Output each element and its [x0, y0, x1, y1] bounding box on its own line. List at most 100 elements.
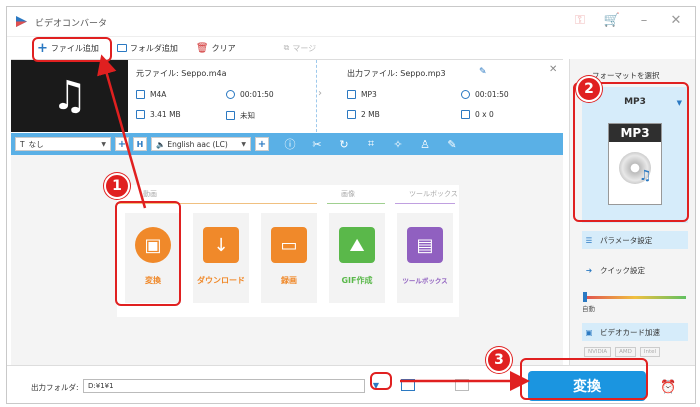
intel-badge: Intel [639, 347, 661, 357]
chevron-down-icon: ▼ [241, 140, 246, 148]
add-subtitle-button[interactable]: + [115, 137, 129, 151]
monitor-icon: ▭ [271, 227, 307, 263]
highlight-convert-button [520, 358, 648, 400]
download-icon: ↓ [203, 227, 239, 263]
merge-icon: ⧉ [283, 43, 290, 52]
info-icon[interactable]: ⓘ [284, 136, 296, 152]
src-resolution-value: 未知 [240, 111, 255, 120]
work-area: 動画 画像 ツールボックス ▣ 変換 ↓ ダウンロード ▭ 録画 ⛰ GIF作成 [11, 155, 563, 367]
clear-button[interactable]: 🗑 クリア [196, 43, 236, 54]
key-icon[interactable]: ⚿ [571, 13, 589, 28]
src-size: 3.41 MB [136, 110, 181, 119]
close-icon[interactable]: ✕ [667, 13, 685, 28]
speaker-icon: 🔈 [156, 139, 166, 149]
category-divider [395, 203, 455, 204]
category-toolbox: ツールボックス [409, 190, 458, 198]
download-tool[interactable]: ↓ ダウンロード [193, 213, 249, 303]
out-resolution: 0 x 0 [461, 110, 494, 119]
parameter-settings-button[interactable]: ☰ パラメータ設定 [582, 231, 688, 249]
quick-settings: ➔ クイック設定 [582, 261, 688, 279]
quick-settings-label: クイック設定 [600, 265, 645, 275]
out-duration-value: 00:01:50 [475, 90, 509, 99]
resolution-icon [461, 110, 470, 119]
subtitle-value: なし [28, 139, 44, 149]
download-tool-label: ダウンロード [197, 276, 245, 285]
output-folder-input[interactable]: D:¥1¥1 [83, 379, 365, 393]
trash-icon: 🗑 [195, 42, 209, 54]
nvidia-badge: NVIDIA [584, 347, 612, 357]
out-duration: 00:01:50 [461, 90, 509, 99]
src-format: M4A [136, 90, 166, 99]
minimize-icon[interactable]: – [635, 13, 653, 28]
amd-badge: AMD [615, 347, 636, 357]
quality-slider[interactable] [584, 296, 686, 299]
gpu-icon: ▣ [585, 327, 593, 337]
src-duration-value: 00:01:50 [240, 90, 274, 99]
open-folder-icon[interactable] [401, 379, 415, 391]
slider-auto-label: 自動 [582, 305, 595, 313]
record-tool[interactable]: ▭ 録画 [261, 213, 317, 303]
title-bar: ビデオコンバータ ⚿ 🛒 – ✕ [7, 7, 695, 37]
audio-track-select[interactable]: 🔈 English aac (LC) ▼ [151, 137, 251, 151]
rotate-icon[interactable]: ↻ [338, 138, 350, 151]
highlight-convert-tool [115, 201, 181, 306]
gif-tool-label: GIF作成 [341, 276, 373, 285]
arrow-right-icon: ➔ [585, 265, 593, 275]
scissors-icon[interactable]: ✂ [311, 138, 323, 151]
sliders-icon: ☰ [585, 235, 593, 245]
out-resolution-value: 0 x 0 [475, 110, 494, 119]
highlight-format-selector [573, 82, 689, 222]
file-size-icon [136, 110, 145, 119]
parameter-settings-label: パラメータ設定 [600, 235, 653, 245]
app-logo-icon [16, 16, 27, 27]
file-format-icon [347, 90, 356, 99]
watermark-icon[interactable]: ♙ [419, 138, 431, 151]
format-title: フォーマットを選択 [592, 71, 660, 80]
hd-icon[interactable]: H [133, 137, 147, 151]
src-resolution: 未知 [226, 110, 255, 121]
clear-label: クリア [211, 43, 236, 53]
merge-label: マージ [292, 43, 317, 53]
arrow-right-icon: › [318, 88, 322, 99]
crop-icon[interactable]: ⌗ [365, 137, 377, 151]
resolution-icon [226, 111, 235, 120]
slider-handle[interactable] [583, 292, 587, 302]
toolbox-icon: ▤ [407, 227, 443, 263]
add-audio-button[interactable]: + [255, 137, 269, 151]
subtitle-edit-icon[interactable]: ✎ [446, 138, 458, 151]
alarm-clock-icon[interactable]: ⏰ [660, 380, 676, 395]
out-format: MP3 [347, 90, 377, 99]
rename-pen-icon[interactable]: ✎ [479, 67, 487, 77]
highlight-add-file [32, 37, 112, 62]
file-item: ♫ 元ファイル: Seppo.m4a M4A 00:01:50 3.41 MB … [11, 59, 563, 132]
toolbox-tool[interactable]: ▤ ツールボックス [397, 213, 453, 303]
out-format-value: MP3 [361, 90, 377, 99]
audio-thumbnail: ♫ [11, 60, 128, 132]
step3-badge: 3 [486, 347, 512, 373]
remove-file-icon[interactable]: ✕ [549, 64, 557, 75]
subtitle-select[interactable]: T なし ▼ [15, 137, 111, 151]
divider [316, 60, 317, 132]
out-size-value: 2 MB [361, 110, 380, 119]
output-file-label: 出力ファイル: Seppo.mp3 [347, 69, 446, 78]
cart-icon[interactable]: 🛒 [603, 13, 621, 28]
clock-icon [226, 90, 235, 99]
music-note-icon: ♫ [51, 73, 88, 119]
highlight-folder-dropdown [370, 372, 392, 390]
add-folder-label: フォルダ追加 [129, 43, 178, 53]
import-folder-icon[interactable] [455, 379, 469, 391]
add-folder-button[interactable]: フォルダ追加 [116, 43, 178, 54]
merge-button[interactable]: ⧉ マージ [284, 43, 317, 54]
file-format-icon [136, 90, 145, 99]
category-image: 画像 [341, 190, 355, 198]
gpu-badges: NVIDIA AMD Intel [584, 347, 661, 357]
edit-toolbar: T なし ▼ + H 🔈 English aac (LC) ▼ + ⓘ ✂ ↻ … [11, 133, 563, 155]
src-duration: 00:01:50 [226, 90, 274, 99]
gpu-accel-button[interactable]: ▣ ビデオカード加速 [582, 323, 688, 341]
effects-wand-icon[interactable]: ✧ [392, 138, 404, 151]
clock-icon [461, 90, 470, 99]
step2-badge: 2 [576, 76, 602, 102]
folder-icon [116, 44, 127, 52]
out-size: 2 MB [347, 110, 380, 119]
gif-tool[interactable]: ⛰ GIF作成 [329, 213, 385, 303]
